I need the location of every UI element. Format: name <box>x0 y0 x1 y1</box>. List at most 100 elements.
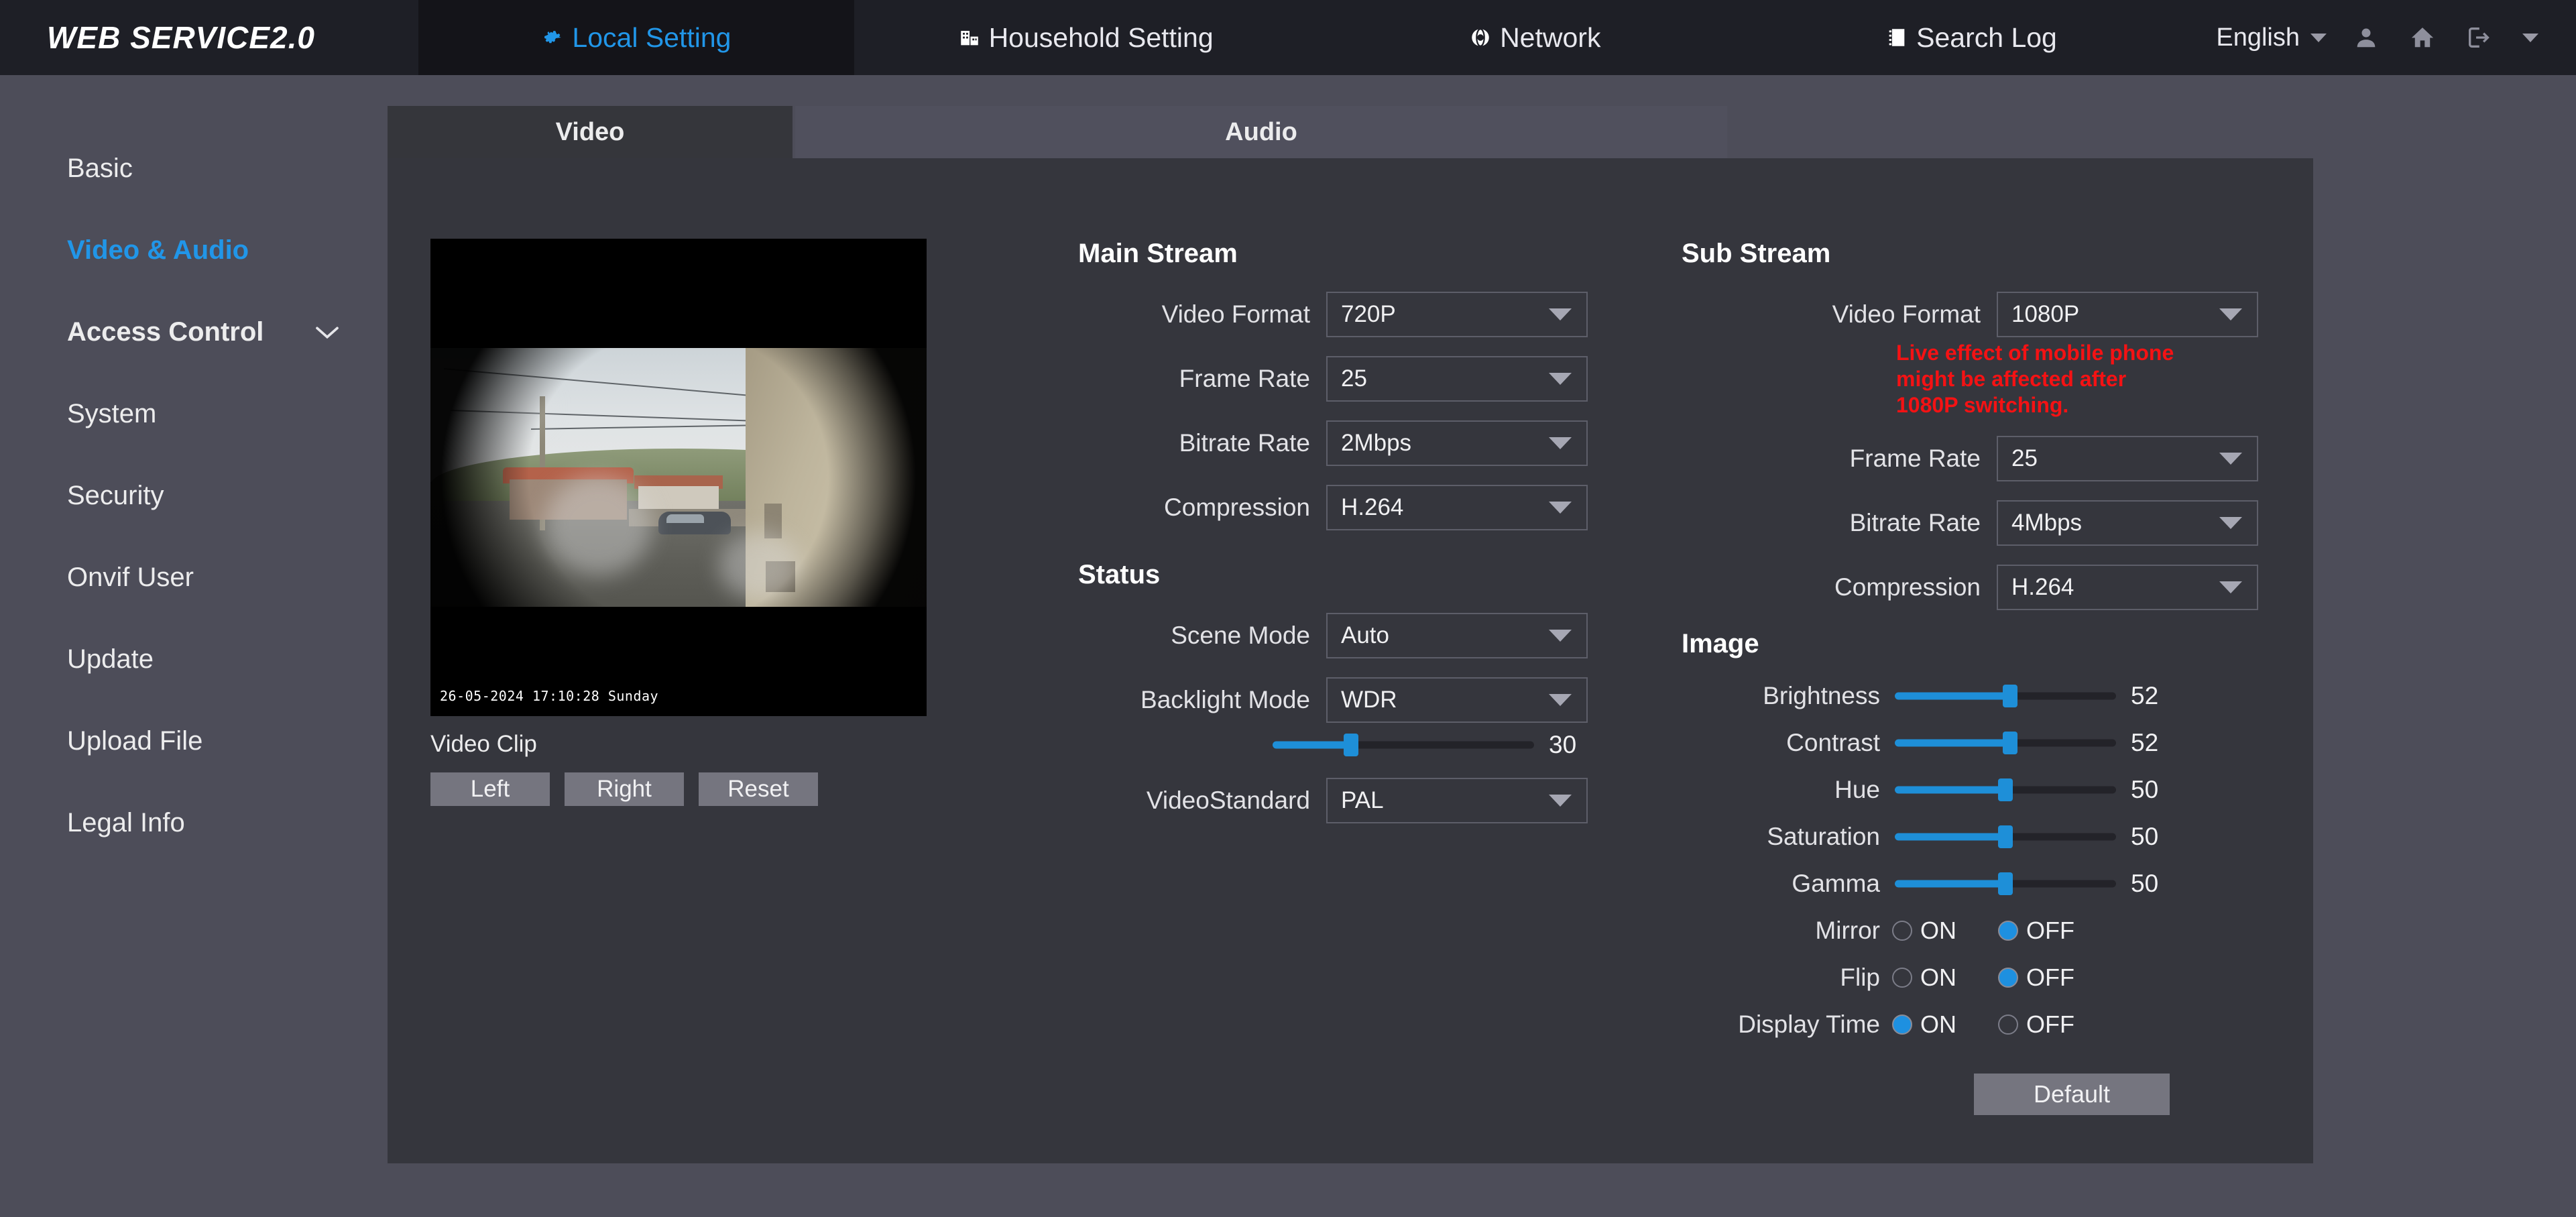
field-scene-mode: Scene Mode Auto <box>1078 613 1588 658</box>
radio-flip-on[interactable]: ON <box>1892 964 1986 992</box>
slider-hue[interactable] <box>1895 778 2116 801</box>
nav-item-search-log[interactable]: Search Log <box>1753 0 2190 75</box>
select-video-standard[interactable]: PAL <box>1326 778 1588 823</box>
slider-knob[interactable] <box>1344 734 1358 756</box>
select-sub-bitrate-rate[interactable]: 4Mbps <box>1997 500 2258 546</box>
language-label: English <box>2216 23 2300 52</box>
label-contrast: Contrast <box>1682 729 1880 757</box>
slider-knob[interactable] <box>1998 825 2013 848</box>
radio-icon-selected <box>1998 968 2018 988</box>
select-main-frame-rate[interactable]: 25 <box>1326 356 1588 402</box>
sidebar-item-video-audio[interactable]: Video & Audio <box>0 209 388 291</box>
radio-mirror-off[interactable]: OFF <box>1998 917 2092 945</box>
user-icon[interactable] <box>2353 25 2379 50</box>
select-scene-mode[interactable]: Auto <box>1326 613 1588 658</box>
video-clip-label: Video Clip <box>430 731 927 758</box>
slider-knob[interactable] <box>1998 778 2013 801</box>
radio-mirror-on[interactable]: ON <box>1892 917 1986 945</box>
radio-label-flip-on: ON <box>1920 964 1956 992</box>
sidebar-item-security[interactable]: Security <box>0 455 388 536</box>
field-main-compression: Compression H.264 <box>1078 485 1588 530</box>
chevron-down-icon <box>2219 517 2242 529</box>
sidebar-label-legal-info: Legal Info <box>67 808 185 838</box>
sidebar-item-basic[interactable]: Basic <box>0 127 388 209</box>
nav-item-household-setting[interactable]: Household Setting <box>854 0 1317 75</box>
slider-saturation[interactable] <box>1895 825 2116 848</box>
field-saturation: Saturation 50 <box>1682 823 2258 851</box>
select-main-compression[interactable]: H.264 <box>1326 485 1588 530</box>
default-button-row: Default <box>1682 1074 2258 1115</box>
slider-knob[interactable] <box>1998 872 2013 895</box>
sidebar-label-upload-file: Upload File <box>67 726 202 756</box>
video-settings-panel: 26-05-2024 17:10:28 Sunday Video Clip Le… <box>388 158 2313 1163</box>
select-main-video-format[interactable]: 720P <box>1326 292 1588 337</box>
preview-section: 26-05-2024 17:10:28 Sunday Video Clip Le… <box>430 239 927 806</box>
logout-icon[interactable] <box>2466 25 2492 50</box>
radio-icon <box>1892 968 1912 988</box>
chevron-down-icon <box>1549 373 1572 385</box>
tab-video[interactable]: Video <box>388 106 793 158</box>
radio-icon <box>1998 1015 2018 1035</box>
radio-display-time-off[interactable]: OFF <box>1998 1010 2092 1039</box>
slider-contrast[interactable] <box>1895 732 2116 754</box>
app-logo: WEB SERVICE2.0 <box>0 0 418 75</box>
chevron-down-icon-logout[interactable] <box>2522 34 2538 42</box>
camera-preview[interactable]: 26-05-2024 17:10:28 Sunday <box>430 239 927 716</box>
sidebar-item-access-control[interactable]: Access Control <box>0 291 388 373</box>
slider-knob[interactable] <box>2003 732 2017 754</box>
label-gamma: Gamma <box>1682 870 1880 898</box>
select-backlight-mode[interactable]: WDR <box>1326 677 1588 723</box>
main-stream-title: Main Stream <box>1078 239 1588 269</box>
label-brightness: Brightness <box>1682 682 1880 710</box>
field-backlight-mode: Backlight Mode WDR <box>1078 677 1588 723</box>
sidebar-item-upload-file[interactable]: Upload File <box>0 700 388 782</box>
slider-gamma[interactable] <box>1895 872 2116 895</box>
label-video-standard: VideoStandard <box>1112 787 1310 815</box>
slider-fill <box>1273 742 1351 749</box>
top-navigation-bar: WEB SERVICE2.0 Local Setting <box>0 0 2576 75</box>
right-button[interactable]: Right <box>565 772 684 806</box>
reset-button[interactable]: Reset <box>699 772 818 806</box>
select-sub-compression[interactable]: H.264 <box>1997 565 2258 610</box>
field-video-standard: VideoStandard PAL <box>1078 778 1588 823</box>
select-sub-frame-rate[interactable]: 25 <box>1997 436 2258 481</box>
radio-label-display-time-off: OFF <box>2026 1010 2074 1039</box>
radio-flip-off[interactable]: OFF <box>1998 964 2092 992</box>
chevron-down-icon <box>1549 694 1572 706</box>
select-main-bitrate-rate[interactable]: 2Mbps <box>1326 420 1588 466</box>
radio-display-time-on[interactable]: ON <box>1892 1010 1986 1039</box>
language-selector[interactable]: English <box>2189 0 2353 75</box>
sidebar-item-legal-info[interactable]: Legal Info <box>0 782 388 864</box>
sidebar-item-update[interactable]: Update <box>0 618 388 700</box>
default-button[interactable]: Default <box>1974 1074 2170 1115</box>
notebook-icon <box>1885 26 1908 49</box>
slider-brightness[interactable] <box>1895 685 2116 707</box>
preview-timestamp: 26-05-2024 17:10:28 Sunday <box>440 688 658 704</box>
field-main-video-format: Video Format 720P <box>1078 292 1588 337</box>
sidebar-item-onvif-user[interactable]: Onvif User <box>0 536 388 618</box>
value-sub-compression: H.264 <box>1998 574 2074 601</box>
nav-item-local-setting[interactable]: Local Setting <box>418 0 855 75</box>
label-sub-compression: Compression <box>1782 573 1981 601</box>
nav-item-network[interactable]: Network <box>1317 0 1753 75</box>
home-icon[interactable] <box>2410 25 2435 50</box>
sidebar-label-system: System <box>67 399 156 429</box>
field-brightness: Brightness 52 <box>1682 682 2258 710</box>
tab-audio[interactable]: Audio <box>795 106 1727 158</box>
sub-stream-title: Sub Stream <box>1682 239 2258 269</box>
main-stream-column: Main Stream Video Format 720P Frame Rate… <box>1078 239 1588 842</box>
label-backlight-mode: Backlight Mode <box>1112 686 1310 714</box>
globe-icon <box>1469 26 1492 49</box>
select-sub-video-format[interactable]: 1080P <box>1997 292 2258 337</box>
value-sub-video-format: 1080P <box>1998 301 2079 328</box>
field-mirror: Mirror ON OFF <box>1682 917 2258 945</box>
label-main-compression: Compression <box>1112 494 1310 522</box>
field-main-frame-rate: Frame Rate 25 <box>1078 356 1588 402</box>
slider-backlight-level[interactable] <box>1273 734 1534 756</box>
status-title: Status <box>1078 560 1588 590</box>
slider-knob[interactable] <box>2003 685 2017 707</box>
slider-fill <box>1895 880 2005 888</box>
sidebar-item-system[interactable]: System <box>0 373 388 455</box>
field-contrast: Contrast 52 <box>1682 729 2258 757</box>
left-button[interactable]: Left <box>430 772 550 806</box>
